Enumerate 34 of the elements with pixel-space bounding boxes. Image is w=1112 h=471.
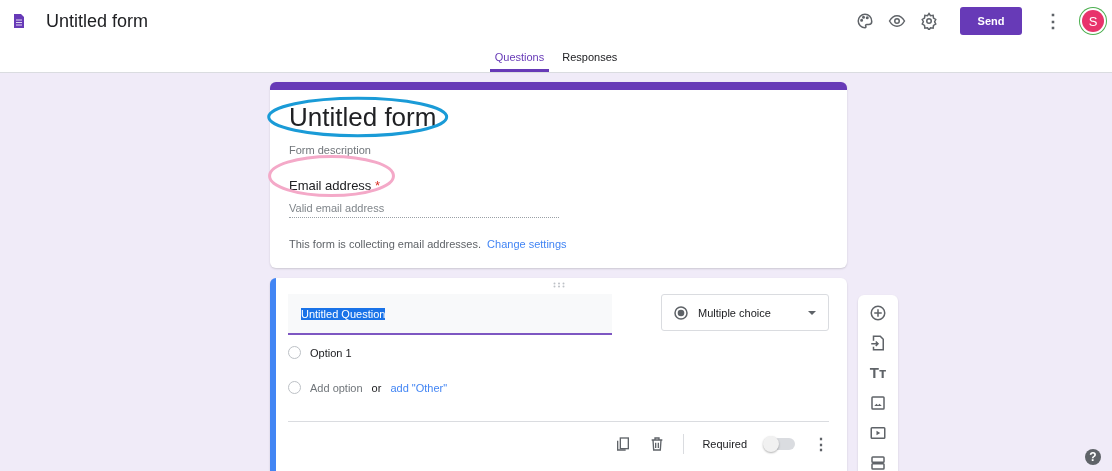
description-field[interactable]: Form description bbox=[289, 144, 828, 156]
form-document-icon[interactable] bbox=[14, 14, 24, 28]
more-options-button[interactable]: ⋮ bbox=[1044, 10, 1062, 32]
add-title-button[interactable]: Tт bbox=[869, 364, 887, 382]
required-label: Required bbox=[702, 438, 748, 450]
email-answer-field: Valid email address bbox=[289, 202, 559, 218]
video-icon[interactable] bbox=[869, 424, 888, 442]
add-option-field[interactable]: Add option bbox=[310, 381, 363, 394]
add-circle-icon[interactable] bbox=[869, 304, 888, 322]
tab[interactable]: Questions bbox=[489, 42, 550, 72]
option-label[interactable]: Option 1 bbox=[310, 346, 352, 359]
required-toggle[interactable] bbox=[765, 438, 796, 450]
radio-button-icon bbox=[674, 305, 689, 320]
section-icon[interactable] bbox=[869, 454, 888, 471]
document-title[interactable]: Untitled form bbox=[46, 10, 856, 32]
collection-notice: This form is collecting email addresses. Change settings bbox=[289, 238, 568, 250]
help-button[interactable]: ? bbox=[1085, 449, 1101, 465]
eye-icon[interactable] bbox=[888, 12, 906, 30]
copy-icon[interactable] bbox=[615, 436, 632, 452]
more-options-button[interactable]: ⋮ bbox=[813, 434, 830, 454]
palette-icon[interactable] bbox=[856, 12, 874, 30]
drag-handle-icon[interactable] bbox=[552, 282, 565, 288]
dropdown-caret-icon bbox=[808, 310, 817, 315]
send-button[interactable]: Send bbox=[960, 7, 1022, 35]
add-other-link[interactable]: add "Other" bbox=[390, 381, 448, 394]
tab[interactable]: Responses bbox=[557, 42, 623, 72]
account-avatar[interactable]: S bbox=[1082, 10, 1104, 32]
image-icon[interactable] bbox=[869, 394, 888, 412]
or-text: or bbox=[371, 381, 382, 394]
change-settings-link[interactable]: Change settings bbox=[487, 238, 567, 250]
email-question-label: Email address * bbox=[289, 177, 381, 195]
settings-icon[interactable] bbox=[920, 12, 938, 30]
question-title-field[interactable]: Untitled Question bbox=[288, 294, 612, 335]
question-type-dropdown[interactable]: Multiple choice bbox=[661, 294, 830, 331]
